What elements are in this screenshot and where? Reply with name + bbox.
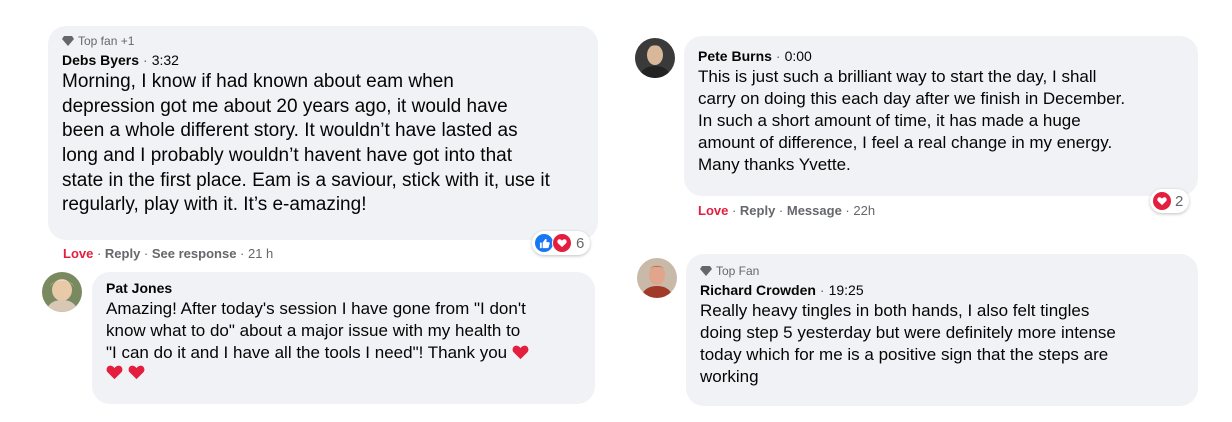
- see-response-link[interactable]: See response: [152, 246, 237, 261]
- text-line: "I can do it and I have all the tools I …: [106, 342, 583, 364]
- avatar[interactable]: [42, 272, 82, 312]
- top-fan-badge[interactable]: Top Fan: [700, 264, 1186, 278]
- diamond-icon: [62, 36, 74, 46]
- comment-actions: Love · Reply · See response · 21 h: [63, 246, 273, 261]
- text-line: In such a short amount of time, it has m…: [698, 111, 1081, 131]
- text-line: today which for me is a positive sign th…: [700, 345, 1109, 365]
- reply-link[interactable]: Reply: [740, 203, 775, 218]
- heart-icon: [128, 365, 145, 380]
- separator-dot: ·: [140, 246, 152, 261]
- comment-bubble-richard: Top Fan Richard Crowden · 19:25 Really hea…: [686, 254, 1198, 406]
- love-icon: [1153, 192, 1171, 210]
- text-line: know what to do" about a major issue wit…: [106, 321, 521, 341]
- comment-text: This is just such a brilliant way to sta…: [698, 66, 1186, 176]
- text-line: state in the first place. Eam is a savio…: [62, 169, 550, 191]
- text-line: [106, 364, 583, 386]
- reactions-summary[interactable]: 2: [1150, 189, 1190, 213]
- top-fan-badge[interactable]: Top fan +1: [62, 34, 586, 48]
- text-line: amount of difference, I feel a real chan…: [698, 133, 1113, 153]
- like-icon: [535, 234, 553, 252]
- reply-link[interactable]: Reply: [105, 246, 140, 261]
- comment-age[interactable]: 22h: [853, 203, 875, 218]
- comment-bubble-debs: Top fan +1 Debs Byers · 3:32 Morning, I kn…: [48, 26, 598, 240]
- comment-text: Amazing! After today's session I have go…: [106, 298, 583, 386]
- author-name[interactable]: Pete Burns: [698, 48, 772, 64]
- separator-dot: ·: [819, 282, 825, 298]
- avatar[interactable]: [637, 258, 677, 298]
- comment-text: Really heavy tingles in both hands, I al…: [700, 300, 1186, 388]
- comment-bubble-pete: Pete Burns · 0:00 This is just such a bril…: [684, 36, 1198, 196]
- badge-label: Top fan +1: [78, 34, 135, 48]
- badge-label: Top Fan: [716, 264, 760, 278]
- separator-dot: ·: [841, 203, 854, 218]
- love-link[interactable]: Love: [63, 246, 93, 261]
- comment-text: Morning, I know if had known about eam w…: [62, 70, 586, 218]
- text-line: depression got me about 20 years ago, it…: [62, 95, 508, 117]
- separator-dot: ·: [775, 48, 781, 64]
- text-line: carry on doing this each day after we fi…: [698, 89, 1126, 109]
- text-line: doing step 5 yesterday but were definite…: [700, 323, 1116, 343]
- avatar[interactable]: [635, 38, 675, 78]
- separator-dot: ·: [93, 246, 105, 261]
- reaction-count: 6: [576, 234, 585, 252]
- comment-actions: Love · Reply · Message · 22h: [698, 203, 875, 218]
- text-line: Many thanks Yvette.: [698, 155, 851, 175]
- text-span: "I can do it and I have all the tools I …: [106, 343, 508, 363]
- comment-age[interactable]: 21 h: [248, 246, 273, 261]
- text-line: Amazing! After today's session I have go…: [106, 299, 526, 318]
- reaction-count: 2: [1175, 192, 1184, 210]
- heart-icon: [512, 345, 529, 360]
- diamond-icon: [700, 266, 712, 276]
- love-link[interactable]: Love: [698, 203, 728, 218]
- text-line: Really heavy tingles in both hands, I al…: [700, 301, 1090, 320]
- separator-dot: ·: [236, 246, 248, 261]
- text-line: This is just such a brilliant way to sta…: [698, 67, 1097, 86]
- text-line: long and I probably wouldn’t havent have…: [62, 145, 512, 167]
- text-line: been a whole different story. It wouldn’…: [62, 120, 518, 142]
- author-name[interactable]: Debs Byers: [62, 52, 139, 68]
- comment-time[interactable]: 0:00: [785, 48, 812, 64]
- separator-dot: ·: [143, 52, 148, 68]
- author-name[interactable]: Pat Jones: [106, 280, 172, 296]
- author-name[interactable]: Richard Crowden: [700, 282, 816, 298]
- comment-header: Pat Jones: [106, 280, 583, 296]
- comment-bubble-pat: Pat Jones Amazing! After today's session…: [92, 272, 595, 404]
- comment-time[interactable]: 3:32: [152, 52, 179, 68]
- comment-header: Debs Byers · 3:32: [62, 52, 586, 68]
- reactions-summary[interactable]: 6: [532, 231, 591, 255]
- separator-dot: ·: [728, 203, 740, 218]
- text-line: regularly, play with it. It’s e-amazing!: [62, 194, 367, 216]
- separator-dot: ·: [775, 203, 787, 218]
- message-link[interactable]: Message: [787, 203, 842, 218]
- text-line: working: [700, 367, 759, 387]
- text-line: Morning, I know if had known about eam w…: [62, 71, 454, 92]
- comment-time[interactable]: 19:25: [829, 282, 864, 298]
- love-icon: [552, 233, 572, 253]
- comment-header: Richard Crowden · 19:25: [700, 282, 1186, 298]
- heart-icon: [106, 365, 123, 380]
- comment-header: Pete Burns · 0:00: [698, 48, 1186, 64]
